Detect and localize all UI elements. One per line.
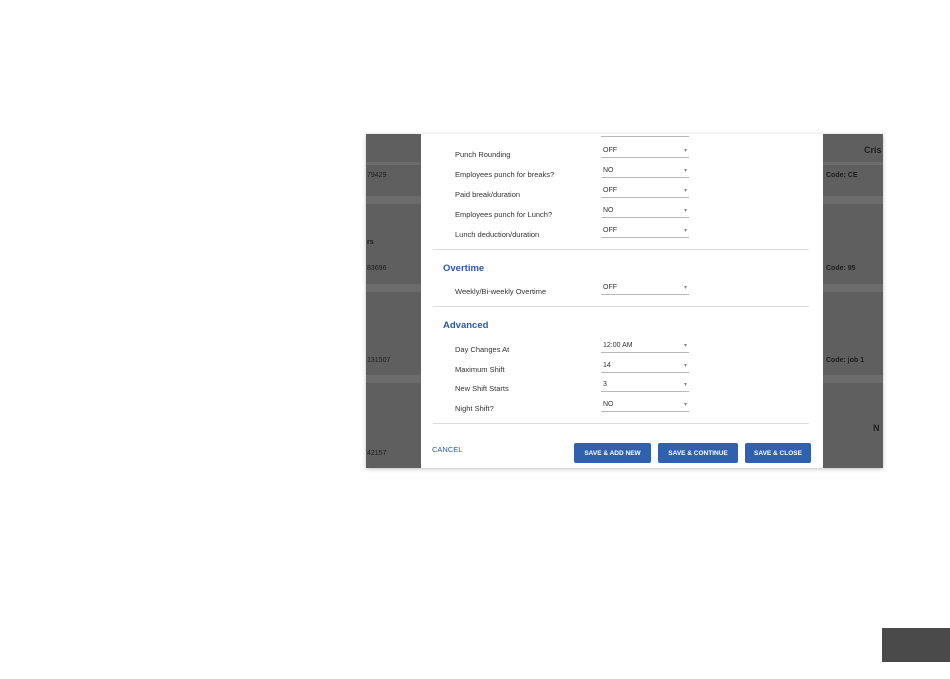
background-table-right: Cris Code: CE Code: 95 Code: job 1 N: [823, 134, 883, 468]
day-changes-select[interactable]: 12:00 AM ▾: [601, 341, 689, 353]
bg-cell: 131507: [367, 357, 391, 364]
setting-row-new-shift-starts: New Shift Starts 3 ▾: [455, 380, 695, 398]
setting-row-punch-breaks: Employees punch for breaks? NO ▾: [455, 166, 695, 184]
chevron-down-icon: ▾: [683, 208, 687, 214]
row-divider: [823, 284, 883, 292]
row-divider: [823, 162, 883, 165]
save-continue-button[interactable]: SAVE & CONTINUE: [658, 443, 738, 463]
row-divider: [366, 196, 421, 204]
row-divider: [823, 196, 883, 204]
setting-row-paid-break: Paid break/duration OFF ▾: [455, 186, 695, 204]
background-table-left: 79429 rs 83696 131507 42157: [366, 134, 421, 468]
setting-row-night-shift: Night Shift? NO ▾: [455, 400, 695, 418]
punch-rounding-select[interactable]: OFF ▾: [601, 146, 689, 158]
settings-modal: Punch Rounding OFF ▾ Employees punch for…: [421, 134, 823, 468]
bg-cell: 42157: [367, 450, 387, 457]
setting-label: Weekly/Bi-weekly Overtime: [455, 287, 547, 296]
bg-cell: Cris: [864, 145, 882, 155]
setting-label: Employees punch for Lunch?: [455, 210, 553, 219]
save-close-button[interactable]: SAVE & CLOSE: [745, 443, 811, 463]
lunch-deduction-select[interactable]: OFF ▾: [601, 226, 689, 238]
setting-label: Day Changes At: [455, 345, 510, 354]
section-divider: [433, 249, 809, 250]
bg-cell: N: [873, 423, 880, 433]
row-divider: [366, 162, 421, 165]
setting-row-punch-lunch: Employees punch for Lunch? NO ▾: [455, 206, 695, 224]
row-divider: [366, 375, 421, 383]
setting-row-lunch-deduction: Lunch deduction/duration OFF ▾: [455, 226, 695, 244]
corner-block: [882, 628, 950, 662]
chevron-down-icon: ▾: [683, 188, 687, 194]
chevron-down-icon: ▾: [683, 228, 687, 234]
chevron-down-icon: ▾: [683, 363, 687, 369]
setting-row-weekly-overtime: Weekly/Bi-weekly Overtime OFF ▾: [455, 283, 695, 301]
select-value: NO: [603, 167, 614, 174]
setting-label: Maximum Shift: [455, 365, 505, 374]
setting-label: Paid break/duration: [455, 190, 521, 199]
maximum-shift-select[interactable]: 14 ▾: [601, 361, 689, 373]
chevron-down-icon: ▾: [683, 148, 687, 154]
row-divider: [823, 375, 883, 383]
new-shift-starts-select[interactable]: 3 ▾: [601, 380, 689, 392]
setting-select[interactable]: [601, 134, 689, 137]
chevron-down-icon: ▾: [683, 168, 687, 174]
punch-lunch-select[interactable]: NO ▾: [601, 206, 689, 218]
bg-cell: Code: CE: [826, 172, 858, 179]
bg-cell: Code: job 1: [826, 357, 865, 364]
select-value: 12:00 AM: [603, 342, 633, 349]
setting-label: New Shift Starts: [455, 384, 509, 393]
bg-cell: Code: 95: [826, 265, 856, 272]
setting-label: Lunch deduction/duration: [455, 230, 540, 239]
advanced-section-title: Advanced: [443, 320, 489, 331]
overtime-section-title: Overtime: [443, 263, 485, 274]
bg-cell: 83696: [367, 265, 387, 272]
chevron-down-icon: ▾: [683, 343, 687, 349]
chevron-down-icon: ▾: [683, 402, 687, 408]
bg-cell: rs: [367, 239, 374, 246]
setting-row-maximum-shift: Maximum Shift 14 ▾: [455, 361, 695, 379]
select-value: OFF: [603, 147, 617, 154]
select-value: NO: [603, 207, 614, 214]
select-value: NO: [603, 401, 614, 408]
chevron-down-icon: ▾: [683, 285, 687, 291]
setting-row-punch-rounding: Punch Rounding OFF ▾: [455, 146, 695, 164]
setting-label: Night Shift?: [455, 404, 494, 413]
select-value: OFF: [603, 227, 617, 234]
partial-setting-row: [455, 134, 695, 143]
select-value: OFF: [603, 187, 617, 194]
weekly-overtime-select[interactable]: OFF ▾: [601, 283, 689, 295]
setting-row-day-changes: Day Changes At 12:00 AM ▾: [455, 341, 695, 359]
setting-label: Punch Rounding: [455, 150, 511, 159]
row-divider: [366, 284, 421, 292]
select-value: OFF: [603, 284, 617, 291]
setting-label: Employees punch for breaks?: [455, 170, 555, 179]
night-shift-select[interactable]: NO ▾: [601, 400, 689, 412]
chevron-down-icon: ▾: [683, 382, 687, 388]
bg-cell: 79429: [367, 172, 387, 179]
section-divider: [433, 423, 809, 424]
cancel-button[interactable]: CANCEL: [432, 445, 462, 454]
paid-break-select[interactable]: OFF ▾: [601, 186, 689, 198]
punch-breaks-select[interactable]: NO ▾: [601, 166, 689, 178]
screenshot-frame: 79429 rs 83696 131507 42157 Cris Code: C…: [366, 134, 883, 468]
save-add-new-button[interactable]: SAVE & ADD NEW: [574, 443, 651, 463]
select-value: 3: [603, 381, 607, 388]
section-divider: [433, 306, 809, 307]
select-value: 14: [603, 362, 611, 369]
